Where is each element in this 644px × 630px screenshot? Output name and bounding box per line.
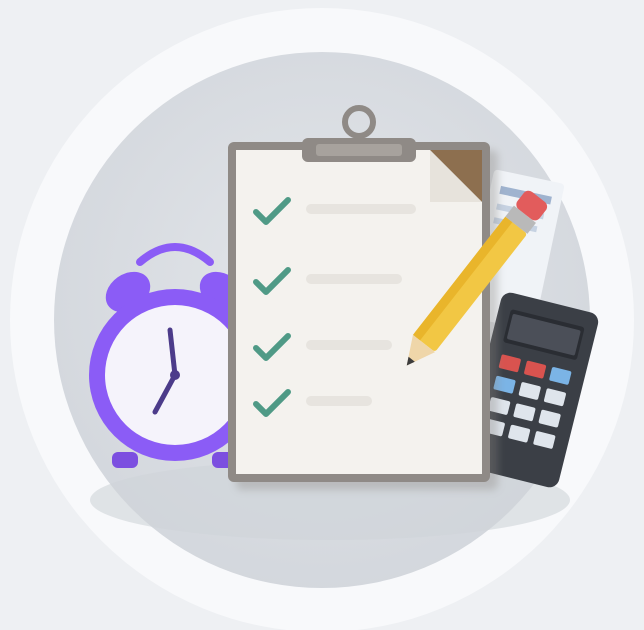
checklist-line bbox=[306, 396, 372, 406]
checklist-line bbox=[306, 204, 416, 214]
checklist-illustration bbox=[10, 8, 634, 630]
checklist-line bbox=[306, 274, 402, 284]
checklist-line bbox=[306, 340, 392, 350]
illustration-canvas bbox=[0, 0, 644, 630]
